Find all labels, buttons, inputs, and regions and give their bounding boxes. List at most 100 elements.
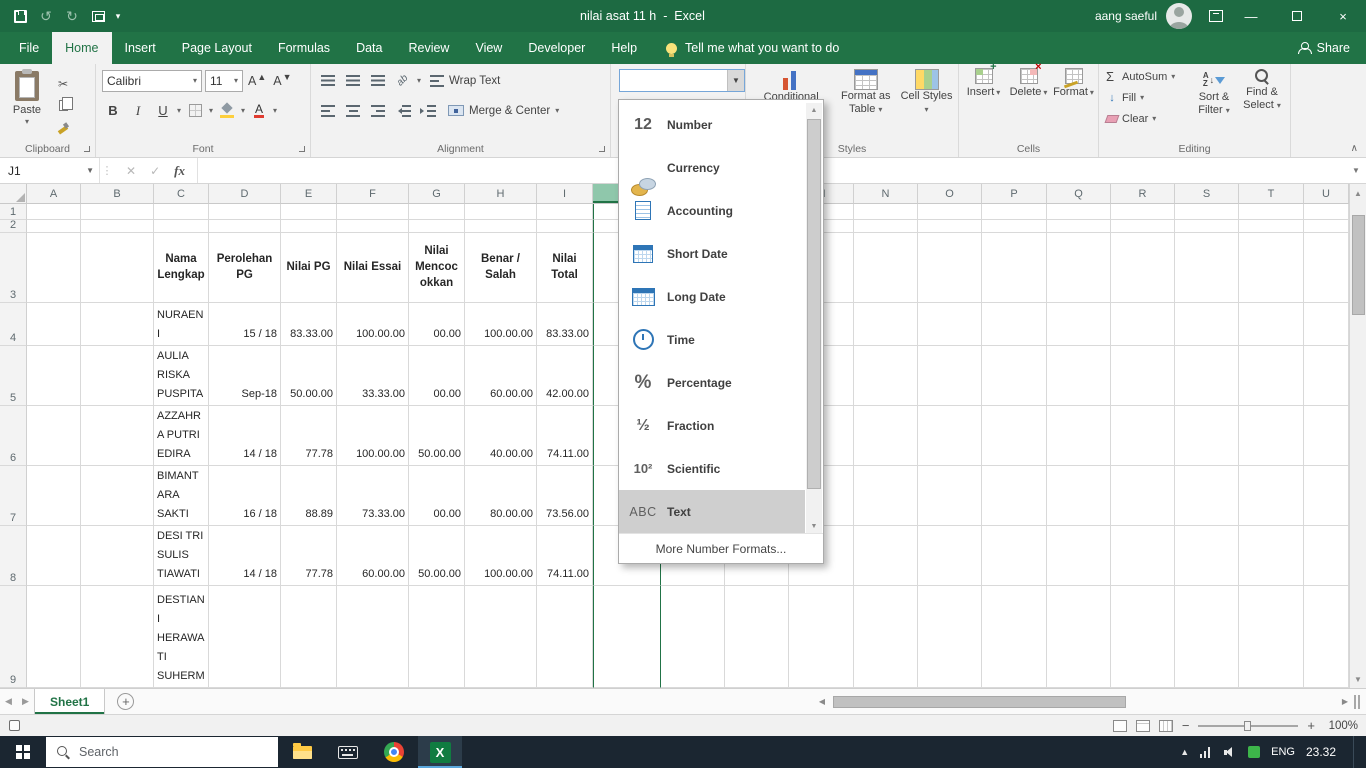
cell-styles-button[interactable]: Cell Styles ▾ [898, 68, 955, 139]
macro-record-icon[interactable] [9, 720, 20, 731]
cell-S8[interactable] [1175, 526, 1239, 586]
cell-D4[interactable]: 15 / 18 [209, 303, 281, 346]
cell-S2[interactable] [1175, 220, 1239, 233]
number-format-combo[interactable]: ▼ [619, 69, 745, 92]
cell-I6[interactable]: 74.11.00 [537, 406, 593, 466]
cell-R7[interactable] [1111, 466, 1175, 526]
cell-J9[interactable] [593, 586, 661, 688]
qat-customize-icon[interactable] [86, 3, 110, 29]
cell-E1[interactable] [281, 204, 337, 220]
cell-F8[interactable]: 60.00.00 [337, 526, 409, 586]
cell-H1[interactable] [465, 204, 537, 220]
column-header-S[interactable]: S [1175, 184, 1239, 204]
keyboard-icon[interactable] [326, 736, 370, 768]
cell-G9[interactable] [409, 586, 465, 688]
cell-B6[interactable] [81, 406, 154, 466]
format-option-number[interactable]: 12 Number [619, 103, 805, 146]
cell-Q8[interactable] [1047, 526, 1111, 586]
select-all-corner[interactable] [0, 184, 27, 204]
cell-U6[interactable] [1304, 406, 1349, 466]
cell-I2[interactable] [537, 220, 593, 233]
cut-icon[interactable]: ✂ [51, 75, 75, 92]
cell-Q2[interactable] [1047, 220, 1111, 233]
cell-D9[interactable] [209, 586, 281, 688]
normal-view-icon[interactable] [1112, 719, 1127, 732]
cell-S4[interactable] [1175, 303, 1239, 346]
cell-R2[interactable] [1111, 220, 1175, 233]
page-break-view-icon[interactable] [1158, 719, 1173, 732]
scroll-left-icon[interactable]: ◀ [815, 697, 829, 706]
dropdown-scrollbar[interactable]: ▲ ▼ [806, 103, 822, 533]
cell-U1[interactable] [1304, 204, 1349, 220]
cell-P9[interactable] [982, 586, 1047, 688]
cell-I8[interactable]: 74.11.00 [537, 526, 593, 586]
cell-O2[interactable] [918, 220, 982, 233]
cell-Q3[interactable] [1047, 233, 1111, 303]
italic-button[interactable]: I [127, 100, 149, 122]
cell-E4[interactable]: 83.33.00 [281, 303, 337, 346]
language-indicator[interactable]: ENG [1271, 746, 1295, 758]
insert-function-icon[interactable]: fx [174, 163, 185, 179]
row-header-7[interactable]: 7 [0, 466, 27, 526]
cell-Q1[interactable] [1047, 204, 1111, 220]
column-header-E[interactable]: E [281, 184, 337, 204]
cell-S7[interactable] [1175, 466, 1239, 526]
cell-S1[interactable] [1175, 204, 1239, 220]
cell-P1[interactable] [982, 204, 1047, 220]
copy-icon[interactable] [51, 97, 75, 114]
column-header-U[interactable]: U [1304, 184, 1349, 204]
cell-A3[interactable] [27, 233, 81, 303]
cell-F4[interactable]: 100.00.00 [337, 303, 409, 346]
save-icon[interactable] [8, 3, 32, 29]
cell-A7[interactable] [27, 466, 81, 526]
borders-icon[interactable] [184, 100, 206, 122]
cell-C2[interactable] [154, 220, 209, 233]
cell-P3[interactable] [982, 233, 1047, 303]
cell-E6[interactable]: 77.78 [281, 406, 337, 466]
format-cells-button[interactable]: Format ▾ [1052, 68, 1095, 139]
sheet-tab-sheet1[interactable]: Sheet1 [34, 689, 106, 714]
account-name[interactable]: aang saeful [1095, 9, 1157, 23]
cell-D8[interactable]: 14 / 18 [209, 526, 281, 586]
cell-O3[interactable] [918, 233, 982, 303]
zoom-slider-thumb[interactable] [1244, 720, 1252, 731]
format-option-fraction[interactable]: ½ Fraction [619, 404, 805, 447]
cell-R6[interactable] [1111, 406, 1175, 466]
font-name-combo[interactable]: Calibri ▾ [102, 69, 202, 92]
align-left-icon[interactable] [317, 100, 339, 122]
zoom-slider[interactable] [1198, 719, 1299, 733]
cell-H5[interactable]: 60.00.00 [465, 346, 537, 406]
qat-dropdown-icon[interactable]: ▾ [112, 3, 124, 29]
cell-I4[interactable]: 83.33.00 [537, 303, 593, 346]
cell-B8[interactable] [81, 526, 154, 586]
show-desktop-button[interactable] [1353, 736, 1358, 768]
align-right-icon[interactable] [367, 100, 389, 122]
hidden-icons-chevron[interactable]: ▲ [1180, 747, 1189, 757]
row-header-2[interactable]: 2 [0, 219, 27, 233]
formula-bar-grip[interactable]: ⋮ [100, 158, 114, 183]
cell-L9[interactable] [725, 586, 789, 688]
tab-developer[interactable]: Developer [515, 32, 598, 64]
format-option-short-date[interactable]: Short Date [619, 232, 805, 275]
cell-U5[interactable] [1304, 346, 1349, 406]
font-dialog-launcher-icon[interactable] [297, 144, 307, 154]
cell-D3[interactable]: Perolehan PG [209, 233, 281, 303]
clock[interactable]: 23.32 [1306, 745, 1336, 759]
font-size-combo[interactable]: 11 ▾ [205, 69, 243, 92]
sort-filter-button[interactable]: A Z ↓ Sort & Filter ▾ [1190, 68, 1238, 139]
zoom-out-button[interactable]: − [1182, 718, 1190, 733]
cell-U3[interactable] [1304, 233, 1349, 303]
cell-N2[interactable] [854, 220, 918, 233]
cell-P5[interactable] [982, 346, 1047, 406]
cell-C1[interactable] [154, 204, 209, 220]
cell-H7[interactable]: 80.00.00 [465, 466, 537, 526]
cell-B1[interactable] [81, 204, 154, 220]
cell-C5[interactable]: AULIA RISKA PUSPITA [154, 346, 209, 406]
cell-Q7[interactable] [1047, 466, 1111, 526]
row-header-3[interactable]: 3 [0, 233, 27, 303]
cell-D1[interactable] [209, 204, 281, 220]
cell-T7[interactable] [1239, 466, 1304, 526]
column-header-A[interactable]: A [27, 184, 81, 204]
sheet-nav-right-icon[interactable]: ▶ [17, 696, 34, 707]
cell-G7[interactable]: 00.00 [409, 466, 465, 526]
